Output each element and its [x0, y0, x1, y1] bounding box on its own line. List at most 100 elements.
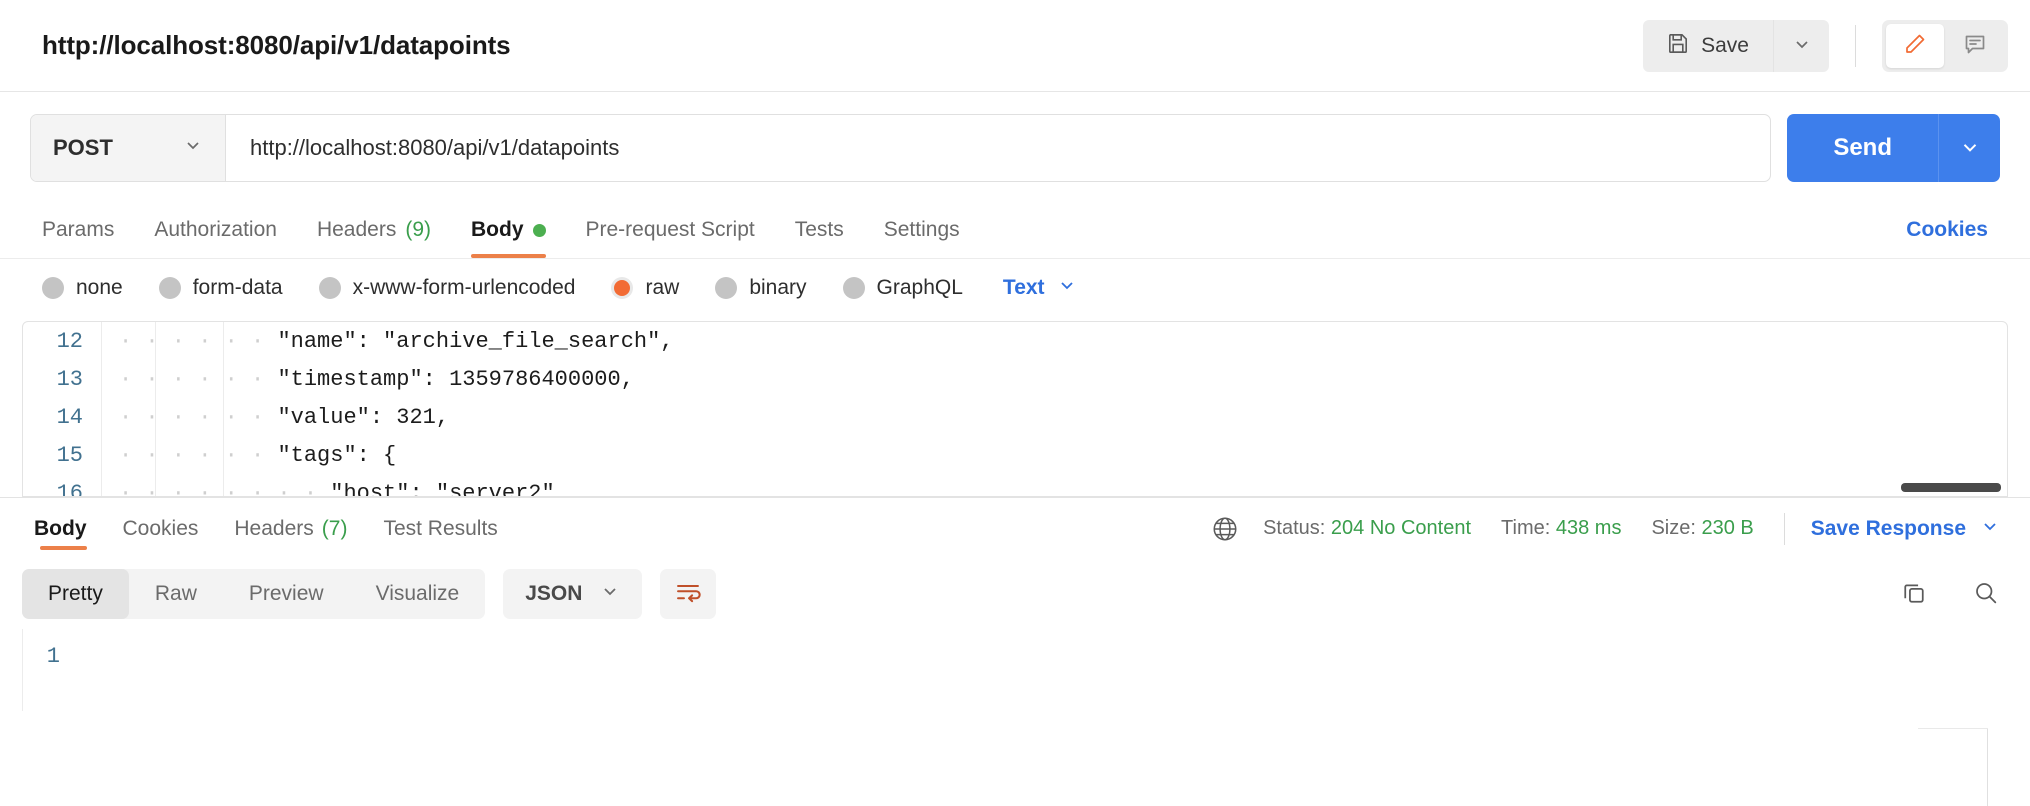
raw-format-select[interactable]: Text	[1003, 275, 1077, 301]
save-response-button[interactable]: Save Response	[1811, 516, 2000, 542]
code-line-text: · · · · · · "timestamp": 1359786400000,	[119, 366, 634, 392]
send-button[interactable]: Send	[1787, 114, 1938, 182]
url-input[interactable]	[226, 115, 1771, 181]
send-options-caret[interactable]	[1938, 114, 2000, 182]
code-line-row: 15 · · · · · · "tags": {	[23, 436, 2007, 474]
tab-params[interactable]: Params	[30, 202, 134, 258]
response-header: Body Cookies Headers (7) Test Results St…	[0, 497, 2030, 559]
word-wrap-icon	[674, 579, 702, 610]
comment-icon	[1963, 32, 1987, 59]
floppy-disk-icon	[1667, 32, 1689, 60]
body-type-none[interactable]: none	[42, 276, 123, 300]
save-button[interactable]: Save	[1643, 19, 1773, 72]
response-view-preview[interactable]: Preview	[223, 569, 350, 619]
word-wrap-button[interactable]	[660, 569, 717, 619]
response-format-select[interactable]: JSON	[503, 569, 643, 619]
body-type-form-data[interactable]: form-data	[158, 276, 283, 300]
response-body-viewer[interactable]: 1	[0, 629, 2030, 711]
body-modified-dot-icon	[532, 223, 546, 237]
response-view-segmented-control: Pretty Raw Preview Visualize	[22, 569, 486, 619]
response-tab-headers-count: (7)	[321, 516, 348, 540]
time-badge: Time: 438 ms	[1501, 517, 1621, 540]
chevron-down-icon	[1792, 34, 1812, 57]
url-input-group: POST	[30, 114, 1772, 182]
response-view-visualize[interactable]: Visualize	[350, 569, 486, 619]
time-value: 438 ms	[1555, 517, 1622, 539]
radio-icon	[715, 277, 738, 299]
view-toggle-group	[1882, 19, 2008, 72]
response-view-raw[interactable]: Raw	[129, 569, 223, 619]
toolbar-divider	[1855, 24, 1856, 67]
body-type-raw-label: raw	[645, 276, 680, 299]
meta-divider	[1783, 512, 1785, 545]
request-body-editor[interactable]: 12 · · · · · · "name": "archive_file_sea…	[22, 321, 2008, 497]
response-tab-body-label: Body	[34, 516, 87, 540]
tab-tests[interactable]: Tests	[775, 202, 864, 258]
body-type-graphql[interactable]: GraphQL	[842, 276, 963, 300]
response-toolbar-actions	[1900, 579, 2000, 610]
postman-request-view: http://localhost:8080/api/v1/datapoints …	[0, 0, 2030, 806]
radio-icon	[318, 277, 341, 299]
http-method-value: POST	[53, 135, 113, 160]
code-line-row: 16 · · · · · · · · "host": "server2"	[23, 474, 2007, 497]
editor-horizontal-scrollbar[interactable]	[1901, 483, 2001, 492]
copy-response-button[interactable]	[1900, 579, 1928, 610]
status-value: 204 No Content	[1330, 517, 1472, 539]
size-value: 230 B	[1701, 517, 1754, 539]
code-line-text: · · · · · · "name": "archive_file_search…	[119, 328, 674, 354]
body-type-urlencoded[interactable]: x-www-form-urlencoded	[318, 276, 575, 300]
tab-params-label: Params	[42, 218, 115, 241]
code-line-text: · · · · · · "tags": {	[119, 442, 397, 468]
panel-divider-top	[1918, 728, 1988, 729]
save-button-label: Save	[1701, 33, 1749, 57]
tab-settings-label: Settings	[883, 218, 960, 241]
code-line-row: 12 · · · · · · "name": "archive_file_sea…	[23, 322, 2007, 360]
line-number: 15	[56, 442, 83, 468]
response-tab-headers[interactable]: Headers (7)	[216, 498, 365, 560]
body-type-binary-label: binary	[749, 276, 807, 299]
panel-resize-divider[interactable]	[1987, 728, 1988, 806]
chevron-down-icon	[1959, 136, 1981, 161]
response-line-number: 1	[46, 643, 60, 669]
tab-headers-label: Headers	[316, 218, 397, 241]
http-method-select[interactable]: POST	[31, 115, 226, 181]
comments-button[interactable]	[1946, 24, 2004, 68]
body-type-selector: none form-data x-www-form-urlencoded raw…	[0, 259, 2030, 315]
radio-icon	[842, 277, 865, 299]
search-response-button[interactable]	[1972, 579, 2000, 610]
top-bar: http://localhost:8080/api/v1/datapoints …	[0, 0, 2030, 92]
response-tab-test-results[interactable]: Test Results	[365, 498, 515, 560]
body-type-form-data-label: form-data	[192, 276, 283, 299]
tab-headers[interactable]: Headers (9)	[297, 202, 451, 258]
radio-icon	[42, 277, 64, 299]
response-view-pretty[interactable]: Pretty	[22, 569, 129, 619]
globe-icon	[1211, 515, 1239, 543]
tab-pre-request-script[interactable]: Pre-request Script	[566, 202, 775, 258]
body-type-binary[interactable]: binary	[715, 276, 807, 300]
cookies-link[interactable]: Cookies	[1906, 202, 2000, 258]
tab-settings[interactable]: Settings	[864, 202, 980, 258]
body-type-graphql-label: GraphQL	[876, 276, 963, 299]
send-button-group: Send	[1787, 114, 2000, 182]
chevron-down-icon	[600, 581, 620, 607]
pencil-icon	[1903, 32, 1927, 59]
line-number: 13	[56, 366, 83, 392]
body-type-raw[interactable]: raw	[611, 276, 679, 300]
copy-icon	[1900, 579, 1928, 610]
tab-authorization[interactable]: Authorization	[134, 202, 297, 258]
tab-body[interactable]: Body	[451, 202, 566, 258]
request-tab-bar: Params Authorization Headers (9) Body Pr…	[0, 202, 2030, 258]
response-tab-body[interactable]: Body	[22, 498, 105, 560]
edit-request-button[interactable]	[1886, 23, 1944, 68]
tab-tests-label: Tests	[794, 218, 844, 241]
tab-body-label: Body	[471, 218, 524, 241]
code-line-text: · · · · · · "value": 321,	[119, 404, 450, 430]
response-toolbar: Pretty Raw Preview Visualize JSON	[0, 559, 2030, 629]
response-tab-test-results-label: Test Results	[383, 516, 498, 540]
save-options-caret[interactable]	[1773, 19, 1829, 72]
response-tab-cookies[interactable]: Cookies	[105, 498, 217, 560]
size-badge: Size: 230 B	[1651, 517, 1753, 540]
tab-headers-count: (9)	[405, 218, 431, 241]
response-format-value: JSON	[525, 582, 583, 605]
code-line-row: 14 · · · · · · "value": 321,	[23, 398, 2007, 436]
